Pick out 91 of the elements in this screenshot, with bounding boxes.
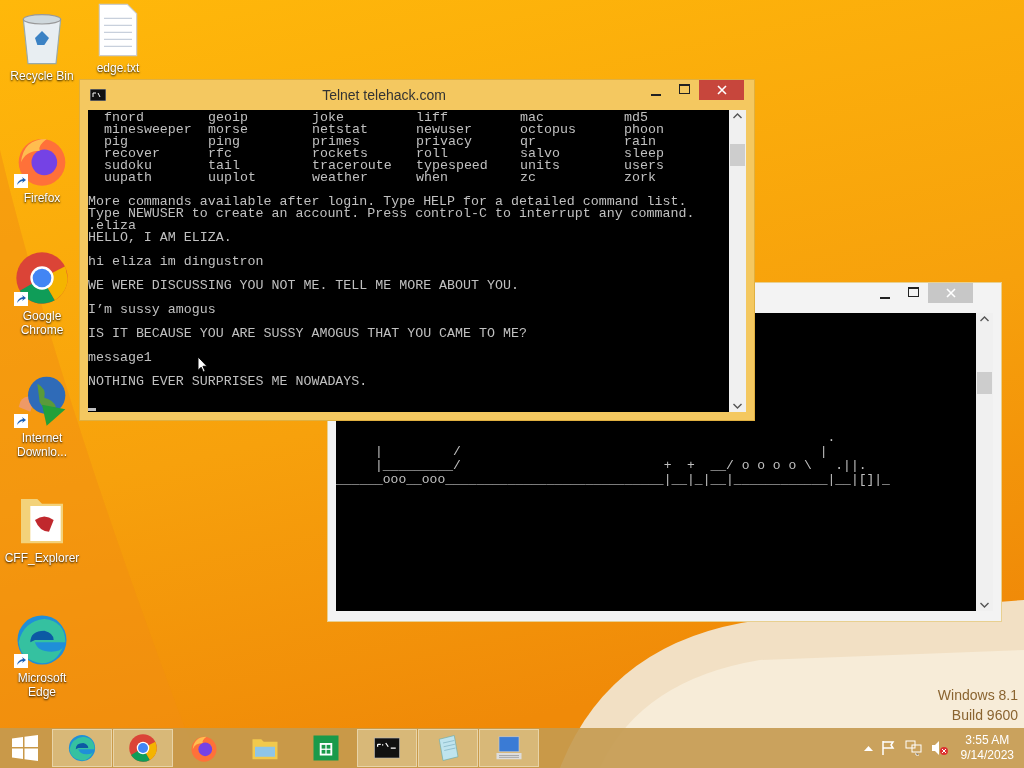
command-name: fnord bbox=[104, 112, 144, 124]
terminal-line: Type NEWUSER to create an account. Press control-C to interrupt any command. bbox=[88, 208, 695, 220]
desktop-icon-label[interactable]: Google Chrome bbox=[4, 309, 80, 337]
command-name: users bbox=[624, 160, 665, 172]
terminal-line: message1 bbox=[88, 352, 152, 364]
desktop-icon-label[interactable]: CFF_Explorer bbox=[4, 551, 80, 565]
terminal-line: .eliza bbox=[88, 220, 136, 232]
scroll-up-icon[interactable] bbox=[733, 113, 742, 119]
terminal-line: IS IT BECAUSE YOU ARE SUSSY AMOGUS THAT YOU CAME TO ME? bbox=[88, 328, 527, 340]
flag-icon[interactable] bbox=[880, 740, 897, 756]
windows-watermark: Build 9600 bbox=[951, 706, 1018, 725]
maximize-icon[interactable] bbox=[908, 287, 919, 297]
console-app-icon bbox=[90, 89, 106, 101]
mouse-pointer-icon bbox=[197, 356, 208, 373]
close-button[interactable] bbox=[699, 80, 744, 100]
clock[interactable]: 3:55 AM 9/14/2023 bbox=[960, 733, 1014, 763]
command-name: recover bbox=[104, 148, 161, 160]
windows-start-icon[interactable] bbox=[12, 735, 38, 761]
chrome-icon bbox=[128, 733, 158, 763]
taskbar-button[interactable] bbox=[357, 729, 417, 767]
windows-watermark: Windows 8.1 bbox=[937, 686, 1018, 705]
command-name: tail bbox=[208, 160, 240, 172]
command-name: when bbox=[416, 172, 448, 184]
shortcut-arrow-icon bbox=[14, 174, 28, 188]
command-name: typespeed bbox=[416, 160, 489, 172]
command-name: mac bbox=[520, 112, 544, 124]
window-title: Telnet telehack.com bbox=[321, 85, 447, 105]
store-bag-icon bbox=[311, 733, 341, 763]
command-name: weather bbox=[312, 172, 369, 184]
scrollbar[interactable] bbox=[729, 110, 746, 412]
clock-time: 3:55 AM bbox=[965, 733, 1010, 748]
command-name: pig bbox=[104, 136, 128, 148]
chrome-icon bbox=[14, 250, 70, 306]
command-name: octopus bbox=[520, 124, 577, 136]
shortcut-arrow-icon bbox=[14, 414, 28, 428]
command-name: rockets bbox=[312, 148, 368, 160]
terminal-line: I’m sussy amogus bbox=[88, 304, 216, 316]
speaker-muted-icon[interactable] bbox=[930, 740, 949, 756]
ascii-art-line: | / | bbox=[374, 445, 829, 459]
close-icon[interactable] bbox=[716, 85, 727, 95]
command-name: qr bbox=[520, 136, 536, 148]
command-name: ping bbox=[208, 136, 241, 148]
desktop-icon-label[interactable]: Microsoft Edge bbox=[4, 671, 80, 699]
desktop-icon-label[interactable]: Internet Downlo... bbox=[4, 431, 80, 459]
network-icon[interactable] bbox=[904, 740, 923, 756]
scroll-down-icon[interactable] bbox=[733, 403, 742, 409]
command-name: rain bbox=[624, 136, 656, 148]
terminal-line: hi eliza im dingustron bbox=[88, 256, 264, 268]
command-name: roll bbox=[416, 148, 448, 160]
scroll-thumb[interactable] bbox=[977, 372, 992, 394]
command-name: netstat bbox=[312, 124, 369, 136]
scroll-up-icon[interactable] bbox=[980, 316, 989, 322]
desktop-icon-label[interactable]: Recycle Bin bbox=[10, 69, 74, 83]
maximize-icon[interactable] bbox=[679, 84, 690, 94]
command-name: rfc bbox=[208, 148, 232, 160]
terminal-line: More commands available after login. Type HELP for a detailed command list. bbox=[88, 196, 687, 208]
command-name: primes bbox=[312, 136, 360, 148]
command-name: privacy bbox=[416, 136, 473, 148]
command-name: morse bbox=[208, 124, 249, 136]
ascii-art-line: |_________/ + + __/ o o o o \ .||. bbox=[374, 459, 868, 473]
ascii-art-line: ______ooo__ooo____________________________|__|_|__|____________|__|[]|_ bbox=[336, 473, 891, 487]
terminal-line: NOTHING EVER SURPRISES ME NOWADAYS. bbox=[88, 376, 368, 388]
command-name: zc bbox=[520, 172, 537, 184]
show-hidden-icons-caret[interactable] bbox=[863, 745, 873, 751]
desktop-icon-label[interactable]: edge.txt bbox=[96, 61, 140, 75]
command-name: sleep bbox=[624, 148, 665, 160]
command-name: uupath bbox=[104, 172, 153, 184]
command-name: md5 bbox=[624, 112, 648, 124]
command-name: joke bbox=[312, 112, 344, 124]
scroll-thumb[interactable] bbox=[730, 144, 745, 166]
terminal-line: WE WERE DISCUSSING YOU NOT ME. TELL ME MORE ABOUT YOU. bbox=[88, 280, 519, 292]
edge-icon bbox=[67, 733, 97, 763]
desktop-icon-label[interactable]: Firefox bbox=[23, 191, 61, 205]
command-name: uuplot bbox=[208, 172, 257, 184]
command-name: units bbox=[520, 160, 561, 172]
text-cursor bbox=[88, 408, 96, 411]
command-name: traceroute bbox=[312, 160, 393, 172]
command-name: minesweeper bbox=[104, 124, 193, 136]
command-name: phoon bbox=[624, 124, 665, 136]
ascii-art-line: . bbox=[826, 431, 837, 445]
command-name: sudoku bbox=[104, 160, 153, 172]
terminal-line: HELLO, I AM ELIZA. bbox=[88, 232, 232, 244]
command-name: geoip bbox=[208, 112, 249, 124]
command-name: zork bbox=[624, 172, 657, 184]
clock-date: 9/14/2023 bbox=[960, 748, 1014, 763]
command-name: newuser bbox=[416, 124, 473, 136]
command-name: liff bbox=[416, 112, 449, 124]
command-name: salvo bbox=[520, 148, 561, 160]
shortcut-arrow-icon bbox=[14, 654, 28, 668]
shortcut-arrow-icon bbox=[14, 292, 28, 306]
scroll-down-icon[interactable] bbox=[980, 602, 989, 608]
